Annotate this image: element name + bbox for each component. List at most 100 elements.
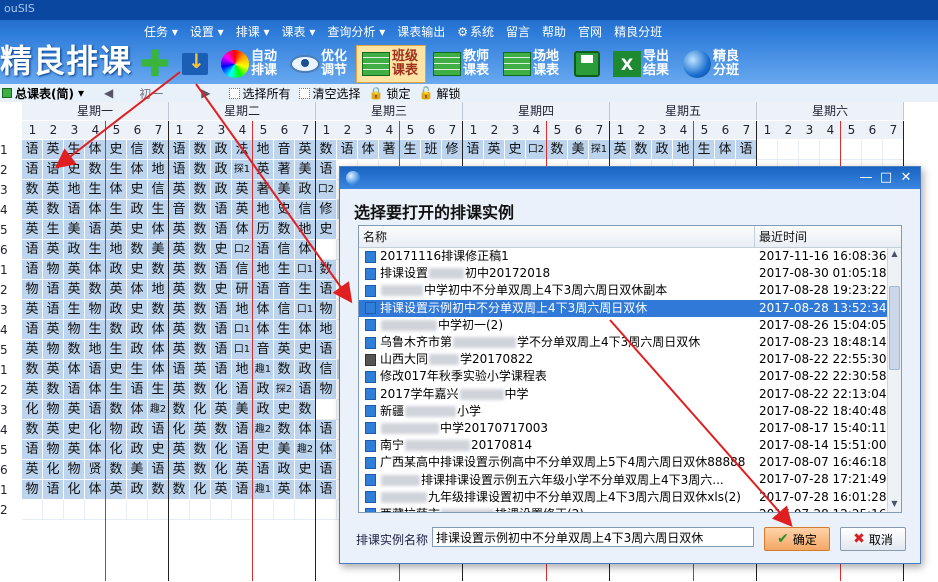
list-item[interactable]: 西藏拉萨市 排课设置修正(2) 2017-07-28 12:25:16	[359, 506, 901, 512]
timetable-cell[interactable]: 语	[316, 460, 337, 480]
timetable-cell[interactable]: 趣2	[295, 440, 316, 460]
scroll-up-icon[interactable]: ▲	[889, 249, 900, 261]
timetable-cell[interactable]: 生	[400, 140, 421, 160]
list-item[interactable]: 乌鲁木齐市第 学不分单双周上4下3周六周日双休 2017-08-23 18:48:1…	[359, 334, 901, 351]
list-item[interactable]: 排课排课设置示例五六年级小学不分单双周上4下3周六... 2017-07-28 1…	[359, 471, 901, 488]
timetable-cell[interactable]: 语	[43, 280, 64, 300]
timetable-cell[interactable]: 英	[211, 480, 232, 500]
timetable-cell[interactable]: 体	[127, 160, 148, 180]
timetable-cell[interactable]	[211, 500, 232, 520]
timetable-cell[interactable]: 语	[253, 240, 274, 260]
timetable-cell[interactable]: 地	[64, 180, 85, 200]
timetable-cell[interactable]: 数	[22, 180, 43, 200]
timetable-cell[interactable]: 英	[169, 440, 190, 460]
timetable-cell[interactable]: 英	[190, 360, 211, 380]
timetable-cell[interactable]: 英	[43, 240, 64, 260]
timetable-cell[interactable]: 生	[106, 160, 127, 180]
timetable-cell[interactable]: 地	[148, 280, 169, 300]
timetable-cell[interactable]: 英	[169, 380, 190, 400]
timetable-cell[interactable]: 数	[190, 220, 211, 240]
timetable-cell[interactable]: 体	[85, 140, 106, 160]
toolbar-button[interactable]: 优化 调节	[286, 45, 354, 83]
timetable-cell[interactable]: 英	[106, 280, 127, 300]
timetable-cell[interactable]: 英	[22, 380, 43, 400]
timetable-cell[interactable]: 物	[22, 480, 43, 500]
timetable-cell[interactable]	[778, 140, 799, 160]
timetable-cell[interactable]: 口2	[526, 140, 547, 160]
timetable-cell[interactable]: 语	[85, 220, 106, 240]
timetable-cell[interactable]: 体	[715, 140, 736, 160]
timetable-cell[interactable]	[883, 140, 904, 160]
timetable-cell[interactable]: 数	[85, 280, 106, 300]
timetable-cell[interactable]: 数	[190, 140, 211, 160]
timetable-cell[interactable]: 地	[232, 300, 253, 320]
timetable-cell[interactable]: 物	[22, 280, 43, 300]
timetable-cell[interactable]: 数	[148, 480, 169, 500]
toolbar-button[interactable]: 精良 分班	[678, 45, 746, 83]
list-item[interactable]: 2017学年嘉兴 中学 2017-08-22 22:13:04	[359, 386, 901, 403]
cancel-button[interactable]: ✖ 取消	[840, 527, 906, 551]
prev-icon[interactable]: ◀	[104, 86, 113, 100]
timetable-cell[interactable]: 探2	[274, 380, 295, 400]
timetable-cell[interactable]: 英	[274, 480, 295, 500]
list-item[interactable]: 山西大同 学20170822 2017-08-22 22:55:30	[359, 351, 901, 368]
timetable-cell[interactable]: 贤	[85, 460, 106, 480]
timetable-cell[interactable]: 英	[106, 220, 127, 240]
timetable-cell[interactable]	[799, 140, 820, 160]
timetable-cell[interactable]: 语	[253, 460, 274, 480]
timetable-cell[interactable]: 物	[43, 400, 64, 420]
timetable-cell[interactable]: 数	[43, 380, 64, 400]
timetable-cell[interactable]: 数	[274, 420, 295, 440]
maximize-button[interactable]: □	[878, 169, 894, 187]
timetable-cell[interactable]: 史	[148, 440, 169, 460]
timetable-cell[interactable]: 生	[64, 300, 85, 320]
timetable-cell[interactable]: 生	[43, 220, 64, 240]
timetable-cell[interactable]: 英	[169, 460, 190, 480]
timetable-cell[interactable]: 英	[169, 340, 190, 360]
timetable-cell[interactable]: 英	[64, 400, 85, 420]
timetable-cell[interactable]: 英	[43, 420, 64, 440]
toolbar-button[interactable]: 场地 课表	[498, 45, 566, 83]
timetable-cell[interactable]: 口1	[295, 300, 316, 320]
timetable-cell[interactable]: 班	[421, 140, 442, 160]
timetable-cell[interactable]: 政	[295, 180, 316, 200]
timetable-cell[interactable]: 数	[43, 200, 64, 220]
timetable-cell[interactable]: 物	[106, 420, 127, 440]
timetable-cell[interactable]: 体	[253, 320, 274, 340]
timetable-cell[interactable]	[64, 500, 85, 520]
timetable-cell[interactable]: 史	[64, 160, 85, 180]
timetable-cell[interactable]: 英	[211, 400, 232, 420]
close-button[interactable]: ✕	[898, 169, 914, 187]
timetable-cell[interactable]: 生	[274, 260, 295, 280]
timetable-cell[interactable]: 语	[316, 340, 337, 360]
timetable-cell[interactable]: 英	[232, 460, 253, 480]
instance-name-input[interactable]	[432, 527, 754, 547]
timetable-cell[interactable]: 美	[232, 400, 253, 420]
toolbar-button[interactable]	[568, 45, 606, 83]
menu-item[interactable]: 任务 ▾	[138, 22, 184, 42]
ok-button[interactable]: ✔ 确定	[764, 527, 830, 551]
timetable-cell[interactable]: 美	[274, 440, 295, 460]
menu-item[interactable]: 帮助	[536, 22, 572, 42]
timetable-cell[interactable]: 历	[253, 220, 274, 240]
timetable-cell[interactable]: 美	[127, 460, 148, 480]
timetable-cell[interactable]	[316, 400, 337, 420]
timetable-cell[interactable]	[316, 240, 337, 260]
timetable-cell[interactable]: 音	[253, 340, 274, 360]
timetable-cell[interactable]: 体	[127, 280, 148, 300]
timetable-cell[interactable]: 数	[274, 360, 295, 380]
timetable-cell[interactable]: 体	[85, 480, 106, 500]
timetable-cell[interactable]: 数	[316, 140, 337, 160]
timetable-cell[interactable]: 数	[148, 300, 169, 320]
timetable-cell[interactable]: 英	[169, 240, 190, 260]
timetable-cell[interactable]: 英	[64, 440, 85, 460]
timetable-cell[interactable]: 法	[232, 140, 253, 160]
timetable-cell[interactable]: 英	[22, 340, 43, 360]
timetable-cell[interactable]: 英	[43, 320, 64, 340]
timetable-cell[interactable]: 化	[190, 400, 211, 420]
timetable-cell[interactable]: 英	[106, 480, 127, 500]
timetable-cell[interactable]: 数	[22, 360, 43, 380]
timetable-cell[interactable]: 地	[85, 340, 106, 360]
timetable-cell[interactable]: 口2	[232, 240, 253, 260]
timetable-cell[interactable]: 语	[295, 380, 316, 400]
